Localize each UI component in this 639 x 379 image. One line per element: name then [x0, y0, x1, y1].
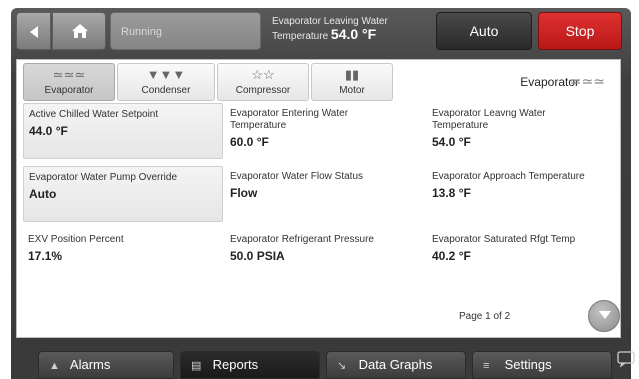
value-reading: 44.0 °F: [29, 124, 68, 138]
value-label: Evaporator Water Pump Override: [29, 172, 178, 183]
component-tabs: ≃≃≃ Evaporator ▼▼▼ Condenser ☆☆ Compress…: [23, 63, 617, 101]
nav-reports[interactable]: ▤ Reports: [180, 351, 320, 379]
value-cell: Evaporator Entering Water Temperature 60…: [225, 103, 425, 149]
compressor-icon: ☆☆: [251, 67, 275, 82]
value-reading: Flow: [230, 186, 258, 200]
nav-alarms[interactable]: ▲ Alarms: [38, 351, 174, 379]
back-button[interactable]: [16, 12, 51, 50]
content-panel: ≃≃≃ Evaporator ▼▼▼ Condenser ☆☆ Compress…: [16, 59, 621, 338]
motor-icon: ▮▮: [344, 67, 360, 82]
nav-label: Data Graphs: [358, 357, 433, 372]
value-reading: 50.0 PSIA: [230, 249, 285, 263]
nav-label: Settings: [504, 357, 552, 372]
value-cell: Evaporator Refrigerant Pressure 50.0 PSI…: [225, 229, 425, 263]
value-cell: Evaporator Approach Temperature 13.8 °F: [427, 166, 627, 200]
value-reading: 54.0 °F: [432, 135, 471, 149]
operating-status: Running: [110, 12, 261, 50]
auto-button[interactable]: Auto: [436, 12, 532, 50]
value-reading: Auto: [29, 187, 57, 201]
value-label: Evaporator Water Flow Status: [230, 171, 364, 182]
graph-icon: ↘: [337, 360, 347, 372]
value-reading: 40.2 °F: [432, 249, 471, 263]
home-icon: [72, 24, 88, 38]
stop-button[interactable]: Stop: [538, 12, 622, 50]
value-cell: Evaporator Water Flow Status Flow: [225, 166, 425, 200]
tab-condenser[interactable]: ▼▼▼ Condenser: [117, 63, 215, 101]
tab-evaporator[interactable]: ≃≃≃ Evaporator: [23, 63, 115, 101]
chat-icon[interactable]: [617, 351, 637, 371]
next-page-button[interactable]: [588, 300, 620, 332]
nav-label: Reports: [212, 357, 259, 372]
alarm-bell-icon: ▲: [49, 360, 60, 372]
chevron-down-icon: [599, 311, 611, 319]
readout-value: 54.0 °F: [330, 26, 377, 42]
value-reading: 60.0 °F: [230, 135, 269, 149]
tab-label: Motor: [339, 85, 365, 96]
settings-sliders-icon: ≡: [483, 360, 490, 372]
value-label: Active Chilled Water Setpoint: [29, 109, 159, 120]
value-label: Evaporator Saturated Rfgt Temp: [432, 234, 576, 245]
value-label: Evaporator Refrigerant Pressure: [230, 234, 374, 245]
value-reading: 13.8 °F: [432, 186, 471, 200]
report-document-icon: ▤: [191, 360, 202, 372]
value-label: EXV Position Percent: [28, 234, 124, 245]
tab-label: Compressor: [235, 85, 291, 96]
tab-compressor[interactable]: ☆☆ Compressor: [217, 63, 309, 101]
home-button[interactable]: [52, 12, 106, 50]
value-cell[interactable]: Evaporator Water Pump Override Auto: [23, 166, 223, 222]
evaporator-heat-icon: ≃≃≃: [569, 73, 605, 89]
value-label: Evaporator Leavng Water Temperature: [432, 108, 546, 131]
value-reading: 17.1%: [28, 249, 63, 263]
value-cell: Evaporator Leavng Water Temperature 54.0…: [427, 103, 627, 149]
condenser-icon: ▼▼▼: [146, 67, 186, 82]
chat-bubble-icon: [617, 351, 635, 368]
tab-label: Condenser: [141, 85, 191, 96]
value-cell: Evaporator Saturated Rfgt Temp 40.2 °F: [427, 229, 627, 263]
page-indicator: Page 1 of 2: [459, 311, 511, 322]
value-label: Evaporator Entering Water Temperature: [230, 108, 349, 131]
value-label: Evaporator Approach Temperature: [432, 171, 585, 182]
readout-label-line2: Temperature: [272, 31, 329, 42]
tab-label: Evaporator: [44, 85, 94, 96]
nav-label: Alarms: [69, 357, 111, 372]
back-arrow-icon: [30, 26, 38, 38]
value-cell[interactable]: Active Chilled Water Setpoint 44.0 °F: [23, 103, 223, 159]
evaporator-icon: ≃≃≃: [52, 67, 86, 82]
evaporator-leaving-water-readout: Evaporator Leaving Water Temperature 54.…: [264, 12, 424, 50]
nav-settings[interactable]: ≡ Settings: [472, 351, 612, 379]
value-cell: EXV Position Percent 17.1%: [23, 229, 223, 263]
nav-data-graphs[interactable]: ↘ Data Graphs: [326, 351, 466, 379]
tab-motor[interactable]: ▮▮ Motor: [311, 63, 393, 101]
